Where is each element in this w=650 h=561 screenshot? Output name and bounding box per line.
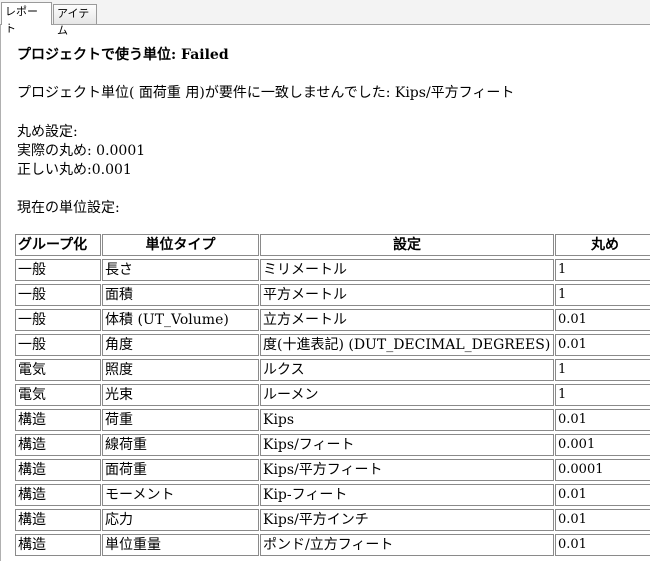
cell-group: 電気 — [15, 359, 101, 381]
cell-rounding: 0.01 — [555, 484, 650, 506]
cell-group: 一般 — [15, 334, 101, 356]
cell-rounding: 1 — [555, 359, 650, 381]
cell-setting: Kips/平方インチ — [260, 509, 554, 531]
cell-setting: ルクス — [260, 359, 554, 381]
cell-unit-type: モーメント — [102, 484, 259, 506]
current-settings-heading: 現在の単位設定: — [17, 200, 120, 216]
header-unit-type: 単位タイプ — [102, 234, 259, 256]
report-panel: プロジェクトで使う単位: Failed プロジェクト単位( 面荷重 用)が要件に… — [0, 25, 650, 561]
cell-unit-type: 面荷重 — [102, 459, 259, 481]
cell-group: 構造 — [15, 509, 101, 531]
cell-group: 構造 — [15, 534, 101, 556]
cell-unit-type: 面積 — [102, 284, 259, 306]
cell-group: 一般 — [15, 259, 101, 281]
cell-setting: 立方メートル — [260, 309, 554, 331]
rounding-heading: 丸め設定: — [17, 124, 78, 140]
cell-group: 電気 — [15, 384, 101, 406]
cell-unit-type: 体積 (UT_Volume) — [102, 309, 259, 331]
cell-group: 一般 — [15, 284, 101, 306]
tab-report[interactable]: レポート — [1, 2, 52, 35]
header-group: グループ化 — [15, 234, 101, 256]
tab-items[interactable]: アイテム — [53, 4, 97, 37]
cell-rounding: 0.0001 — [555, 459, 650, 481]
cell-rounding: 1 — [555, 284, 650, 306]
cell-setting: 平方メートル — [260, 284, 554, 306]
cell-unit-type: 長さ — [102, 259, 259, 281]
cell-setting: ルーメン — [260, 384, 554, 406]
cell-rounding: 0.001 — [555, 434, 650, 456]
cell-rounding: 0.01 — [555, 309, 650, 331]
cell-unit-type: 応力 — [102, 509, 259, 531]
cell-rounding: 0.01 — [555, 334, 650, 356]
header-rounding: 丸め — [555, 234, 650, 256]
cell-rounding: 0.01 — [555, 509, 650, 531]
cell-unit-type: 照度 — [102, 359, 259, 381]
cell-setting: Kips/フィート — [260, 434, 554, 456]
cell-setting: ポンド/立方フィート — [260, 534, 554, 556]
cell-unit-type: 単位重量 — [102, 534, 259, 556]
cell-rounding: 0.01 — [555, 534, 650, 556]
cell-setting: ミリメートル — [260, 259, 554, 281]
correct-rounding: 正しい丸め:0.001 — [17, 162, 132, 178]
header-setting: 設定 — [260, 234, 554, 256]
cell-setting: Kips — [260, 409, 554, 431]
cell-unit-type: 線荷重 — [102, 434, 259, 456]
cell-group: 構造 — [15, 459, 101, 481]
cell-unit-type: 荷重 — [102, 409, 259, 431]
failure-message: プロジェクト単位( 面荷重 用)が要件に一致しませんでした: Kips/平方フィ… — [17, 85, 515, 101]
cell-group: 構造 — [15, 484, 101, 506]
cell-rounding: 0.01 — [555, 409, 650, 431]
cell-setting: 度(十進表記) (DUT_DECIMAL_DEGREES) — [260, 334, 554, 356]
cell-group: 一般 — [15, 309, 101, 331]
cell-group: 構造 — [15, 434, 101, 456]
actual-rounding: 実際の丸め: 0.0001 — [17, 143, 146, 159]
cell-group: 構造 — [15, 409, 101, 431]
report-title: プロジェクトで使う単位: Failed — [17, 47, 229, 63]
cell-setting: Kips/平方フィート — [260, 459, 554, 481]
cell-unit-type: 角度 — [102, 334, 259, 356]
cell-rounding: 1 — [555, 259, 650, 281]
cell-rounding: 1 — [555, 384, 650, 406]
cell-unit-type: 光束 — [102, 384, 259, 406]
tab-bar: レポート アイテム — [0, 0, 650, 37]
cell-setting: Kip-フィート — [260, 484, 554, 506]
